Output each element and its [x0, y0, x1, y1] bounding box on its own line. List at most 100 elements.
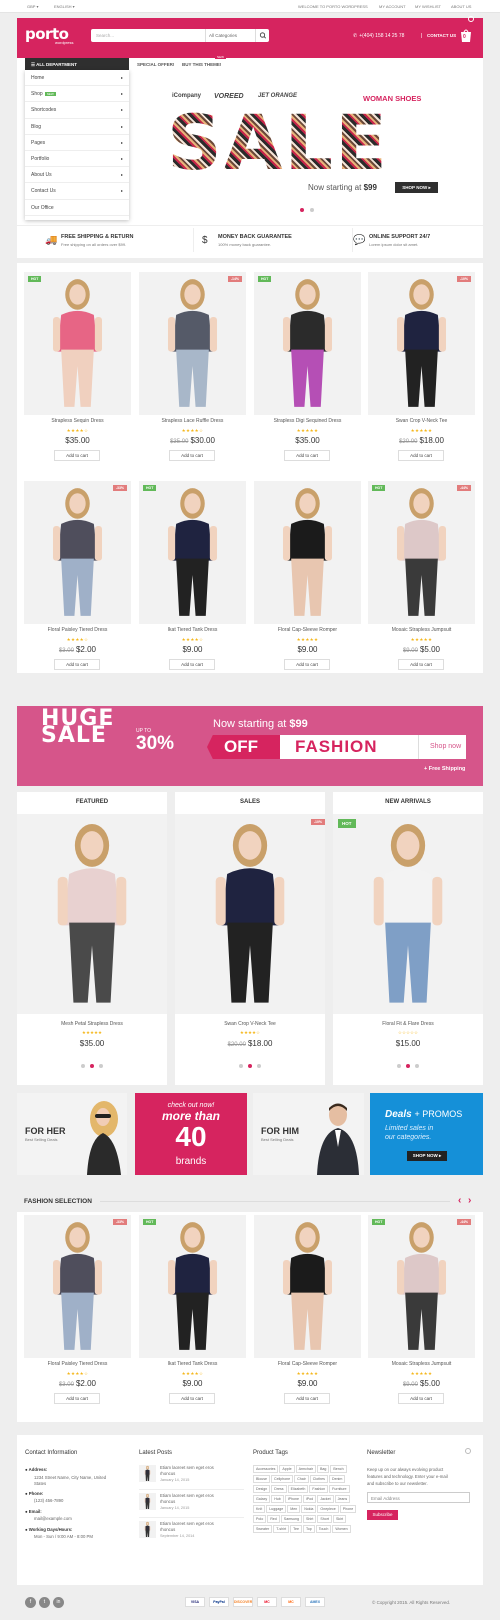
tag-phone[interactable]: Phone — [339, 1505, 357, 1513]
tag-bench[interactable]: Bench — [330, 1465, 347, 1473]
tag-nokia[interactable]: Nokia — [301, 1505, 317, 1513]
carousel-dot[interactable] — [415, 1064, 419, 1068]
tag-luggage[interactable]: Luggage — [266, 1505, 287, 1513]
tag-apple[interactable]: Apple — [279, 1465, 295, 1473]
twitter-icon[interactable]: t — [39, 1597, 50, 1608]
tag-men[interactable]: Men — [287, 1505, 301, 1513]
tag-clothes[interactable]: Clothes — [309, 1475, 328, 1483]
menu-item-contact-us[interactable]: Contact Us ▸ — [25, 183, 129, 200]
tag-furniture[interactable]: Furniture — [329, 1485, 350, 1493]
product-image[interactable]: -10% — [368, 272, 475, 415]
tag-fashion[interactable]: Fashion — [309, 1485, 329, 1493]
tag-samsung[interactable]: Samsung — [280, 1515, 302, 1523]
tag-polo[interactable]: Polo — [253, 1515, 267, 1523]
latest-post[interactable]: Etiam laoreet sem eget eros rhoncus Septem… — [139, 1521, 244, 1547]
product-card[interactable]: HOT -44% Mosaic Strapless Jumpsuit ★★★★★ $9.… — [368, 481, 475, 674]
carousel-dot[interactable] — [406, 1064, 410, 1068]
menu-item-home[interactable]: Home ▸ — [25, 70, 129, 87]
product-name[interactable]: Swan Crop V-Neck Tee — [368, 418, 475, 424]
promo-banner[interactable]: HUGE SALE UP TO 30% Now starting at $99 … — [17, 706, 483, 786]
product-image[interactable]: HOT — [24, 272, 131, 415]
carousel-dot[interactable] — [397, 1064, 401, 1068]
tag-tee[interactable]: Tee — [290, 1525, 302, 1533]
tag-jacket[interactable]: Jacket — [317, 1495, 334, 1503]
post-thumbnail[interactable] — [139, 1465, 156, 1482]
product-card[interactable]: HOT Strapless Digi Sequined Dress ★★★★★ $35… — [254, 272, 361, 465]
post-title[interactable]: Etiam laoreet sem eget eros — [160, 1493, 214, 1498]
for-her-tile[interactable]: FOR HER Best Selling Deals — [17, 1093, 127, 1175]
brands-tile[interactable]: check out now! more than 40 brands — [135, 1093, 247, 1175]
add-to-cart-button[interactable]: Add to cart — [398, 659, 444, 670]
product-image[interactable]: -10% — [175, 814, 325, 1014]
product-image[interactable]: HOT — [139, 481, 246, 624]
deals-tile[interactable]: Deals + PROMOS Limited sales in our cate… — [370, 1093, 483, 1175]
add-to-cart-button[interactable]: Add to cart — [169, 1393, 215, 1404]
post-thumbnail[interactable] — [139, 1493, 156, 1510]
tag-elizabeth[interactable]: Elizabeth — [287, 1485, 309, 1493]
carousel-dot[interactable] — [239, 1064, 243, 1068]
add-to-cart-button[interactable]: Add to cart — [169, 450, 215, 461]
fashion-prev-button[interactable]: ‹ — [458, 1195, 461, 1206]
menu-item-shop[interactable]: Shop NEW ▸ — [25, 86, 129, 103]
product-card[interactable]: HOT Ikat Tiered Tank Dress ★★★★☆ $9.00 Add t… — [139, 481, 246, 674]
product-name[interactable]: Strapless Digi Sequined Dress — [254, 418, 361, 424]
subscribe-button[interactable]: Subscribe — [367, 1510, 398, 1520]
fashion-next-button[interactable]: › — [468, 1195, 471, 1206]
tag-short[interactable]: Short — [317, 1515, 332, 1523]
carousel-dot[interactable] — [81, 1064, 85, 1068]
latest-post[interactable]: Etiam laoreet sem eget eros rhoncus Januar… — [139, 1493, 244, 1519]
carousel-dot[interactable] — [248, 1064, 252, 1068]
product-image[interactable]: HOT -44% — [368, 481, 475, 624]
add-to-cart-button[interactable]: Add to cart — [398, 1393, 444, 1404]
tag-shirt[interactable]: Shirt — [302, 1515, 317, 1523]
menu-item-portfolio[interactable]: Portfolio ▸ — [25, 151, 129, 168]
add-to-cart-button[interactable]: Add to cart — [54, 1393, 100, 1404]
tag-jeans[interactable]: Jeans — [334, 1495, 351, 1503]
special-offer-link[interactable]: SPECIAL OFFER! — [137, 62, 174, 67]
tag-galaxy[interactable]: Galaxy — [253, 1495, 271, 1503]
product-card[interactable]: HOT Ikat Tiered Tank Dress ★★★★☆ $9.00 Add t… — [139, 1215, 246, 1408]
tag-red[interactable]: Red — [267, 1515, 280, 1523]
facebook-icon[interactable]: f — [25, 1597, 36, 1608]
deals-shop-now-button[interactable]: SHOP NOW ▸ — [407, 1151, 447, 1161]
product-image[interactable]: HOT -44% — [368, 1215, 475, 1358]
contact-us-link[interactable]: CONTACT US — [421, 33, 456, 38]
product-card[interactable]: -33% Floral Paisley Tiered Dress ★★★★☆ $3.0… — [24, 1215, 131, 1408]
product-name[interactable]: Floral Paisley Tiered Dress — [24, 627, 131, 633]
tag-women[interactable]: Women — [332, 1525, 351, 1533]
add-to-cart-button[interactable]: Add to cart — [284, 659, 330, 670]
add-to-cart-button[interactable]: Add to cart — [398, 450, 444, 461]
for-him-tile[interactable]: FOR HIM Best Selling Deals — [253, 1093, 364, 1175]
product-image[interactable] — [17, 814, 167, 1014]
newsletter-close-icon[interactable] — [465, 1448, 471, 1454]
tag-touch[interactable]: Touch — [315, 1525, 332, 1533]
tag-bag[interactable]: Bag — [316, 1465, 330, 1473]
tag-accessories[interactable]: Accessories — [253, 1465, 279, 1473]
product-image[interactable]: -33% — [24, 1215, 131, 1358]
product-image[interactable]: HOT — [139, 1215, 246, 1358]
carousel-dot[interactable] — [99, 1064, 103, 1068]
currency-selector[interactable]: GBP ▾ — [27, 4, 39, 9]
product-name[interactable]: Strapless Lace Ruffle Dress — [139, 418, 246, 424]
product-card[interactable]: Floral Cap-Sleeve Romper ★★★★★ $9.00 Add to… — [254, 1215, 361, 1408]
tag-oneplece[interactable]: Oneplece — [317, 1505, 339, 1513]
product-image[interactable]: -14% — [139, 272, 246, 415]
post-title-2[interactable]: rhoncus — [160, 1527, 175, 1532]
search-category-select[interactable]: All Categories — [205, 29, 255, 42]
post-title-2[interactable]: rhoncus — [160, 1471, 175, 1476]
product-card[interactable]: -33% Floral Paisley Tiered Dress ★★★★☆ $3.0… — [24, 481, 131, 674]
product-image[interactable] — [254, 1215, 361, 1358]
newsletter-email-input[interactable]: Email Address — [367, 1492, 470, 1503]
product-image[interactable]: HOT — [254, 272, 361, 415]
tag-blouse[interactable]: Blouse — [253, 1475, 270, 1483]
header-close-icon[interactable] — [468, 16, 474, 22]
product-name[interactable]: Ikat Tiered Tank Dress — [139, 627, 246, 633]
product-name[interactable]: Mesh Petal Strapless Dress — [17, 1021, 167, 1027]
add-to-cart-button[interactable]: Add to cart — [284, 1393, 330, 1404]
menu-item-blog[interactable]: Blog ▸ — [25, 119, 129, 135]
menu-item-about-us[interactable]: About Us ▸ — [25, 167, 129, 184]
my-wishlist-link[interactable]: MY WISHLIST — [415, 4, 441, 9]
all-department-button[interactable]: ☰ ALL DEPARTMENT — [25, 58, 129, 70]
tag-skirt[interactable]: Skirt — [332, 1515, 347, 1523]
post-thumbnail[interactable] — [139, 1521, 156, 1538]
